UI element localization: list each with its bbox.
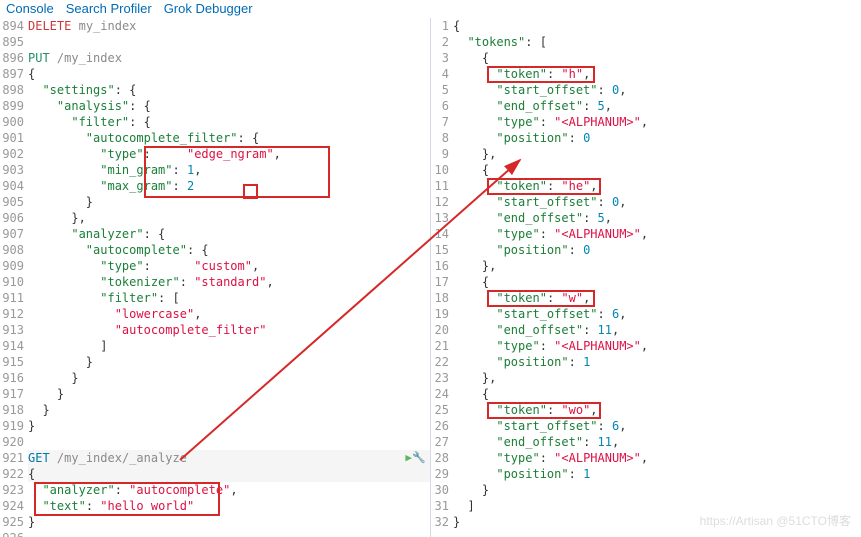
editor-panes: 8948958968978988999009019029039049059069… [0, 18, 861, 537]
dev-tools-tabs: Console Search Profiler Grok Debugger [0, 0, 861, 18]
execute-icon[interactable]: ▶ [405, 450, 412, 466]
response-pane: 1234567891011121314151617181920212223242… [431, 18, 861, 537]
line-gutter-left: 8948958968978988999009019029039049059069… [0, 18, 28, 537]
highlight-box [487, 66, 595, 83]
highlight-box [34, 482, 220, 516]
wrench-icon[interactable]: 🔧 [412, 450, 426, 466]
highlight-box [487, 402, 601, 419]
tab-search-profiler[interactable]: Search Profiler [66, 1, 152, 16]
tab-console[interactable]: Console [6, 1, 54, 16]
line-gutter-right: 1234567891011121314151617181920212223242… [431, 18, 453, 530]
highlight-box [487, 290, 595, 307]
watermark-text: https://Artisan @51CTO博客 [700, 512, 851, 529]
highlight-box [144, 146, 330, 198]
tab-grok-debugger[interactable]: Grok Debugger [164, 1, 253, 16]
request-pane: 8948958968978988999009019029039049059069… [0, 18, 431, 537]
request-editor[interactable]: DELETE my_indexPUT /my_index{ "settings"… [28, 18, 430, 537]
highlight-box [243, 184, 258, 199]
response-viewer: { "tokens": [ { "token": "h", "start_off… [453, 18, 861, 530]
highlight-box [487, 178, 601, 195]
